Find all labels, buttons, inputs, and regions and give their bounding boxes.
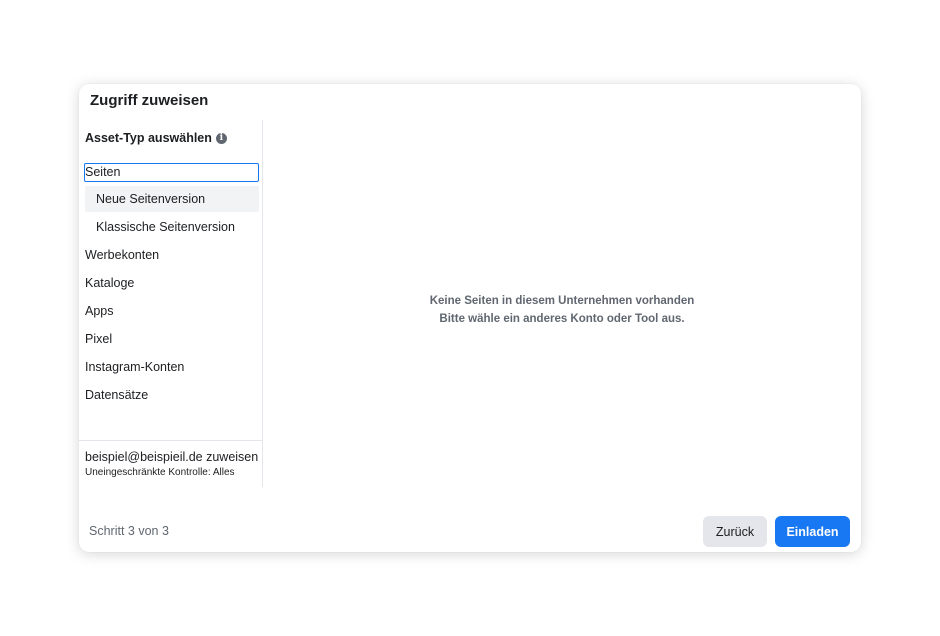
- empty-state-line-2: Bitte wähle ein anderes Konto oder Tool …: [439, 313, 685, 325]
- asset-item-kataloge[interactable]: Kataloge: [85, 273, 259, 293]
- asset-type-sidebar: Asset-Typ auswählen i Seiten Neue Seiten…: [79, 120, 263, 487]
- empty-state-line-1: Keine Seiten in diesem Unternehmen vorha…: [429, 295, 695, 307]
- asset-type-heading-label: Asset-Typ auswählen: [85, 131, 212, 145]
- asset-item-seiten[interactable]: Seiten: [84, 163, 259, 182]
- empty-state-message: Keine Seiten in diesem Unternehmen vorha…: [263, 292, 861, 328]
- assignee-control-level: Uneingeschränkte Kontrolle: Alles: [85, 467, 235, 478]
- asset-item-apps[interactable]: Apps: [85, 301, 259, 321]
- assign-access-dialog: Zugriff zuweisen Asset-Typ auswählen i S…: [79, 84, 861, 552]
- asset-item-neue-seitenversion[interactable]: Neue Seitenversion: [85, 186, 259, 212]
- assignee-summary: beispiel@beispieil.de zuweisen Uneingesc…: [79, 440, 262, 488]
- invite-button[interactable]: Einladen: [775, 516, 850, 547]
- dialog-title: Zugriff zuweisen: [90, 92, 209, 109]
- info-icon[interactable]: i: [215, 132, 227, 144]
- assignee-email: beispiel@beispieil.de zuweisen: [85, 450, 259, 464]
- back-button[interactable]: Zurück: [703, 516, 767, 547]
- asset-item-werbekonten[interactable]: Werbekonten: [85, 245, 259, 265]
- asset-item-klassische-seitenversion[interactable]: Klassische Seitenversion: [85, 217, 259, 237]
- asset-item-datensaetze[interactable]: Datensätze: [85, 385, 259, 405]
- empty-state-panel: Keine Seiten in diesem Unternehmen vorha…: [263, 120, 861, 487]
- asset-item-instagram-konten[interactable]: Instagram-Konten: [85, 357, 259, 377]
- asset-item-pixel[interactable]: Pixel: [85, 329, 259, 349]
- asset-type-heading: Asset-Typ auswählen i: [85, 131, 227, 145]
- step-indicator: Schritt 3 von 3: [89, 524, 169, 538]
